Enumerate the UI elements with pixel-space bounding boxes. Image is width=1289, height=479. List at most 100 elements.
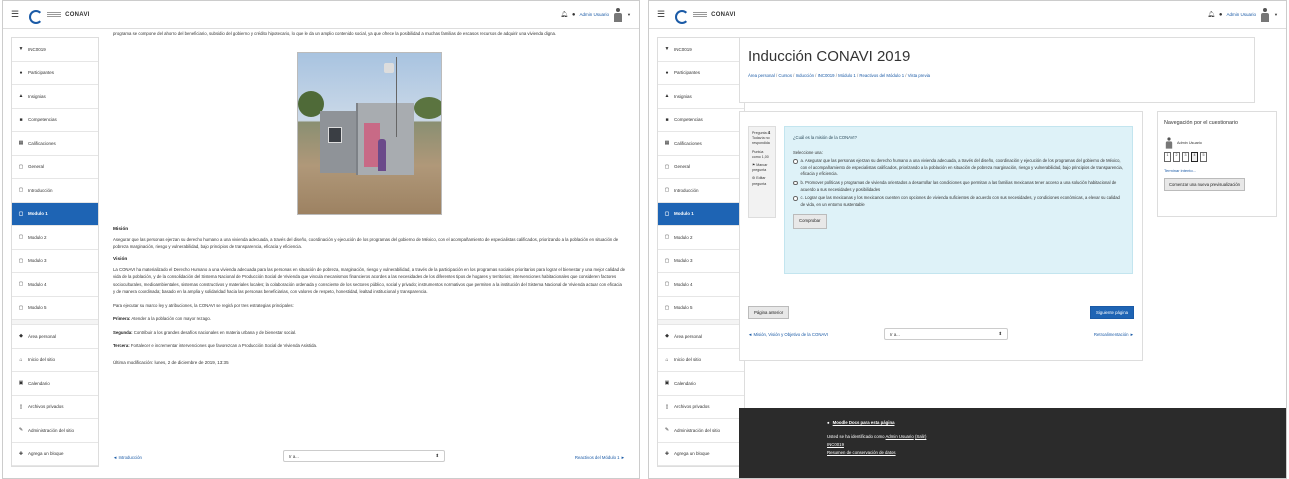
sidebar-item[interactable]: ▢ Modulo 2 — [658, 226, 744, 250]
sidebar-item[interactable]: ⌂ Inicio del sitio — [658, 349, 744, 372]
course-link[interactable]: INC0019 — [827, 442, 844, 447]
sidebar-item[interactable]: ✎ Administración del sitio — [658, 419, 744, 443]
next-activity-link[interactable]: Reactivos del Módulo 1 ► — [575, 455, 625, 460]
sidebar-item[interactable]: ▢ General — [12, 156, 98, 179]
question-nav-button[interactable]: 5 — [1200, 152, 1207, 162]
breadcrumb-item[interactable]: Inducción — [796, 73, 814, 78]
answer-option[interactable]: a. Asegurar que las personas ejerzan su … — [793, 158, 1124, 178]
answer-option[interactable]: b. Promover políticas y programas de viv… — [793, 180, 1124, 193]
question-nav-button[interactable]: 2 — [1173, 152, 1180, 162]
sidebar-item[interactable]: ▯ Archivos privados — [658, 396, 744, 419]
logo-mark-icon — [675, 9, 690, 24]
sidebar-item[interactable]: ▢ Modulo 5 — [12, 297, 98, 320]
finish-attempt-link[interactable]: Terminar intento... — [1164, 168, 1270, 173]
sidebar-item[interactable]: ▢ Modulo 2 — [12, 226, 98, 250]
sidebar-item[interactable]: ◆ Área personal — [12, 325, 98, 349]
user-menu-name[interactable]: Admin Usuario — [580, 12, 610, 17]
sidebar-item[interactable]: ● Participantes — [12, 62, 98, 85]
breadcrumb: Área personal / Cursos / Inducción / INC… — [748, 73, 1246, 78]
sidebar-item[interactable]: ▦ Calificaciones — [658, 132, 744, 156]
next-page-button[interactable]: Siguiente página — [1089, 306, 1134, 319]
sidebar-item[interactable]: ▲ Insignias — [12, 85, 98, 109]
sidebar-item[interactable]: ▼ INC0019 — [12, 38, 98, 62]
sidebar-item[interactable]: ▢ Modulo 3 — [658, 250, 744, 273]
new-preview-button[interactable]: Comenzar una nueva previsualización — [1164, 178, 1245, 191]
sidebar-item[interactable]: ▢ Introducción — [658, 179, 744, 203]
sidebar-item[interactable]: ● Participantes — [658, 62, 744, 85]
radio-button[interactable] — [793, 180, 798, 186]
sidebar-item[interactable]: ✚ Agrega un bloque — [658, 443, 744, 466]
hamburger-menu-icon[interactable]: ☰ — [657, 9, 665, 20]
sidebar-item[interactable]: ■ Competencias — [12, 109, 98, 132]
sidebar-item[interactable]: ▢ Introducción — [12, 179, 98, 203]
check-button[interactable]: Comprobar — [793, 214, 827, 229]
jump-to-select[interactable]: Ir a... ⬍ — [283, 450, 445, 462]
answer-option-text: a. Asegurar que las personas ejerzan su … — [800, 158, 1123, 177]
answer-option[interactable]: c. Lograr que las mexicanas y los mexica… — [793, 195, 1124, 208]
sidebar-item[interactable]: ▢ Modulo 3 — [12, 250, 98, 273]
chat-icon[interactable]: ● — [572, 12, 576, 18]
chevron-down-icon[interactable]: ▼ — [627, 12, 631, 17]
radio-button[interactable] — [793, 159, 798, 164]
question-nav-button[interactable]: 1 — [1164, 152, 1171, 162]
sidebar-item[interactable]: ⌂ Inicio del sitio — [12, 349, 98, 372]
sidebar-item[interactable]: ▼ INC0019 — [658, 38, 744, 62]
sidebar-item[interactable]: ▦ Calificaciones — [12, 132, 98, 156]
dashboard-icon: ◆ — [665, 333, 669, 340]
sidebar-item[interactable]: ▣ Calendario — [12, 372, 98, 396]
bell-icon[interactable]: 🔔︎ — [1207, 11, 1215, 18]
sidebar-item[interactable]: ✎ Administración del sitio — [12, 419, 98, 443]
next-activity-link[interactable]: Retroalimentación ► — [1094, 332, 1134, 337]
sidebar-item[interactable]: ▣ Calendario — [658, 372, 744, 396]
logged-user-link[interactable]: Admin Usuario — [886, 434, 914, 439]
sidebar-item-label: Competencias — [674, 117, 703, 123]
question-nav-button[interactable]: 4 — [1191, 152, 1198, 162]
data-retention-link[interactable]: Resumen de conservación de datos — [827, 450, 896, 455]
sidebar-item[interactable]: ■ Competencias — [658, 109, 744, 132]
info-icon: ● — [827, 420, 830, 425]
prev-activity-link[interactable]: ◄ Misión, Visión y Objetivo de la CONAVI — [748, 332, 828, 337]
chat-icon[interactable]: ● — [1219, 12, 1223, 18]
sidebar-item-label: Introducción — [674, 187, 699, 193]
sidebar-item[interactable]: ✚ Agrega un bloque — [12, 443, 98, 466]
prev-page-button[interactable]: Página anterior — [748, 306, 790, 319]
avatar[interactable] — [1260, 7, 1270, 22]
question-label: Pregunta — [752, 131, 767, 135]
file-icon: ▯ — [19, 403, 23, 410]
sidebar-item[interactable]: ▢ Modulo 4 — [12, 273, 98, 297]
conavi-logo[interactable]: CONAVI — [29, 9, 90, 24]
sidebar-item[interactable]: ▢ General — [658, 156, 744, 179]
prev-activity-link[interactable]: ◄ Introducción — [113, 455, 142, 460]
question-nav-button[interactable]: 3 — [1182, 152, 1189, 162]
sidebar-item[interactable]: ▲ Insignias — [658, 85, 744, 109]
bell-icon[interactable]: 🔔︎ — [560, 11, 568, 18]
sidebar-item[interactable]: ▢ Modulo 1 — [658, 202, 744, 226]
breadcrumb-item[interactable]: Vista previa — [908, 73, 930, 78]
sidebar-item[interactable]: ▢ Modulo 5 — [658, 297, 744, 320]
breadcrumb-item[interactable]: INC0019 — [818, 73, 835, 78]
question-points: Puntúa como 1,00 — [752, 149, 769, 159]
breadcrumb-item[interactable]: Reactivos del Módulo 1 — [859, 73, 904, 78]
jump-to-select[interactable]: Ir a... ⬍ — [884, 328, 1008, 340]
answer-option-text: b. Promover políticas y programas de viv… — [800, 179, 1117, 192]
user-menu-name[interactable]: Admin Usuario — [1227, 12, 1257, 17]
edit-question-link[interactable]: ⚙ Editar pregunta — [752, 176, 772, 186]
sidebar-item[interactable]: ▯ Archivos privados — [12, 396, 98, 419]
logout-link[interactable]: (Salir) — [915, 434, 926, 439]
cap-icon: ▼ — [664, 46, 670, 53]
avatar[interactable] — [613, 7, 623, 22]
hamburger-menu-icon[interactable]: ☰ — [11, 9, 19, 20]
breadcrumb-item[interactable]: Cursos — [778, 73, 792, 78]
sidebar-item[interactable]: ▢ Modulo 1 — [12, 202, 98, 226]
flag-question-link[interactable]: ⚑ Marcar pregunta — [752, 163, 772, 173]
sidebar-item[interactable]: ▢ Modulo 4 — [658, 273, 744, 297]
radio-button[interactable] — [793, 196, 798, 201]
moodle-docs-link[interactable]: ● Moodle Docs para esta página — [827, 419, 1199, 427]
breadcrumb-item[interactable]: Módulo 1 — [838, 73, 856, 78]
chevron-down-icon[interactable]: ▼ — [1274, 12, 1278, 17]
sidebar-item-label: Modulo 1 — [28, 211, 48, 217]
dashboard-icon: ◆ — [19, 333, 23, 340]
breadcrumb-item[interactable]: Área personal — [748, 73, 775, 78]
conavi-logo[interactable]: CONAVI — [675, 9, 736, 24]
sidebar-item[interactable]: ◆ Área personal — [658, 325, 744, 349]
